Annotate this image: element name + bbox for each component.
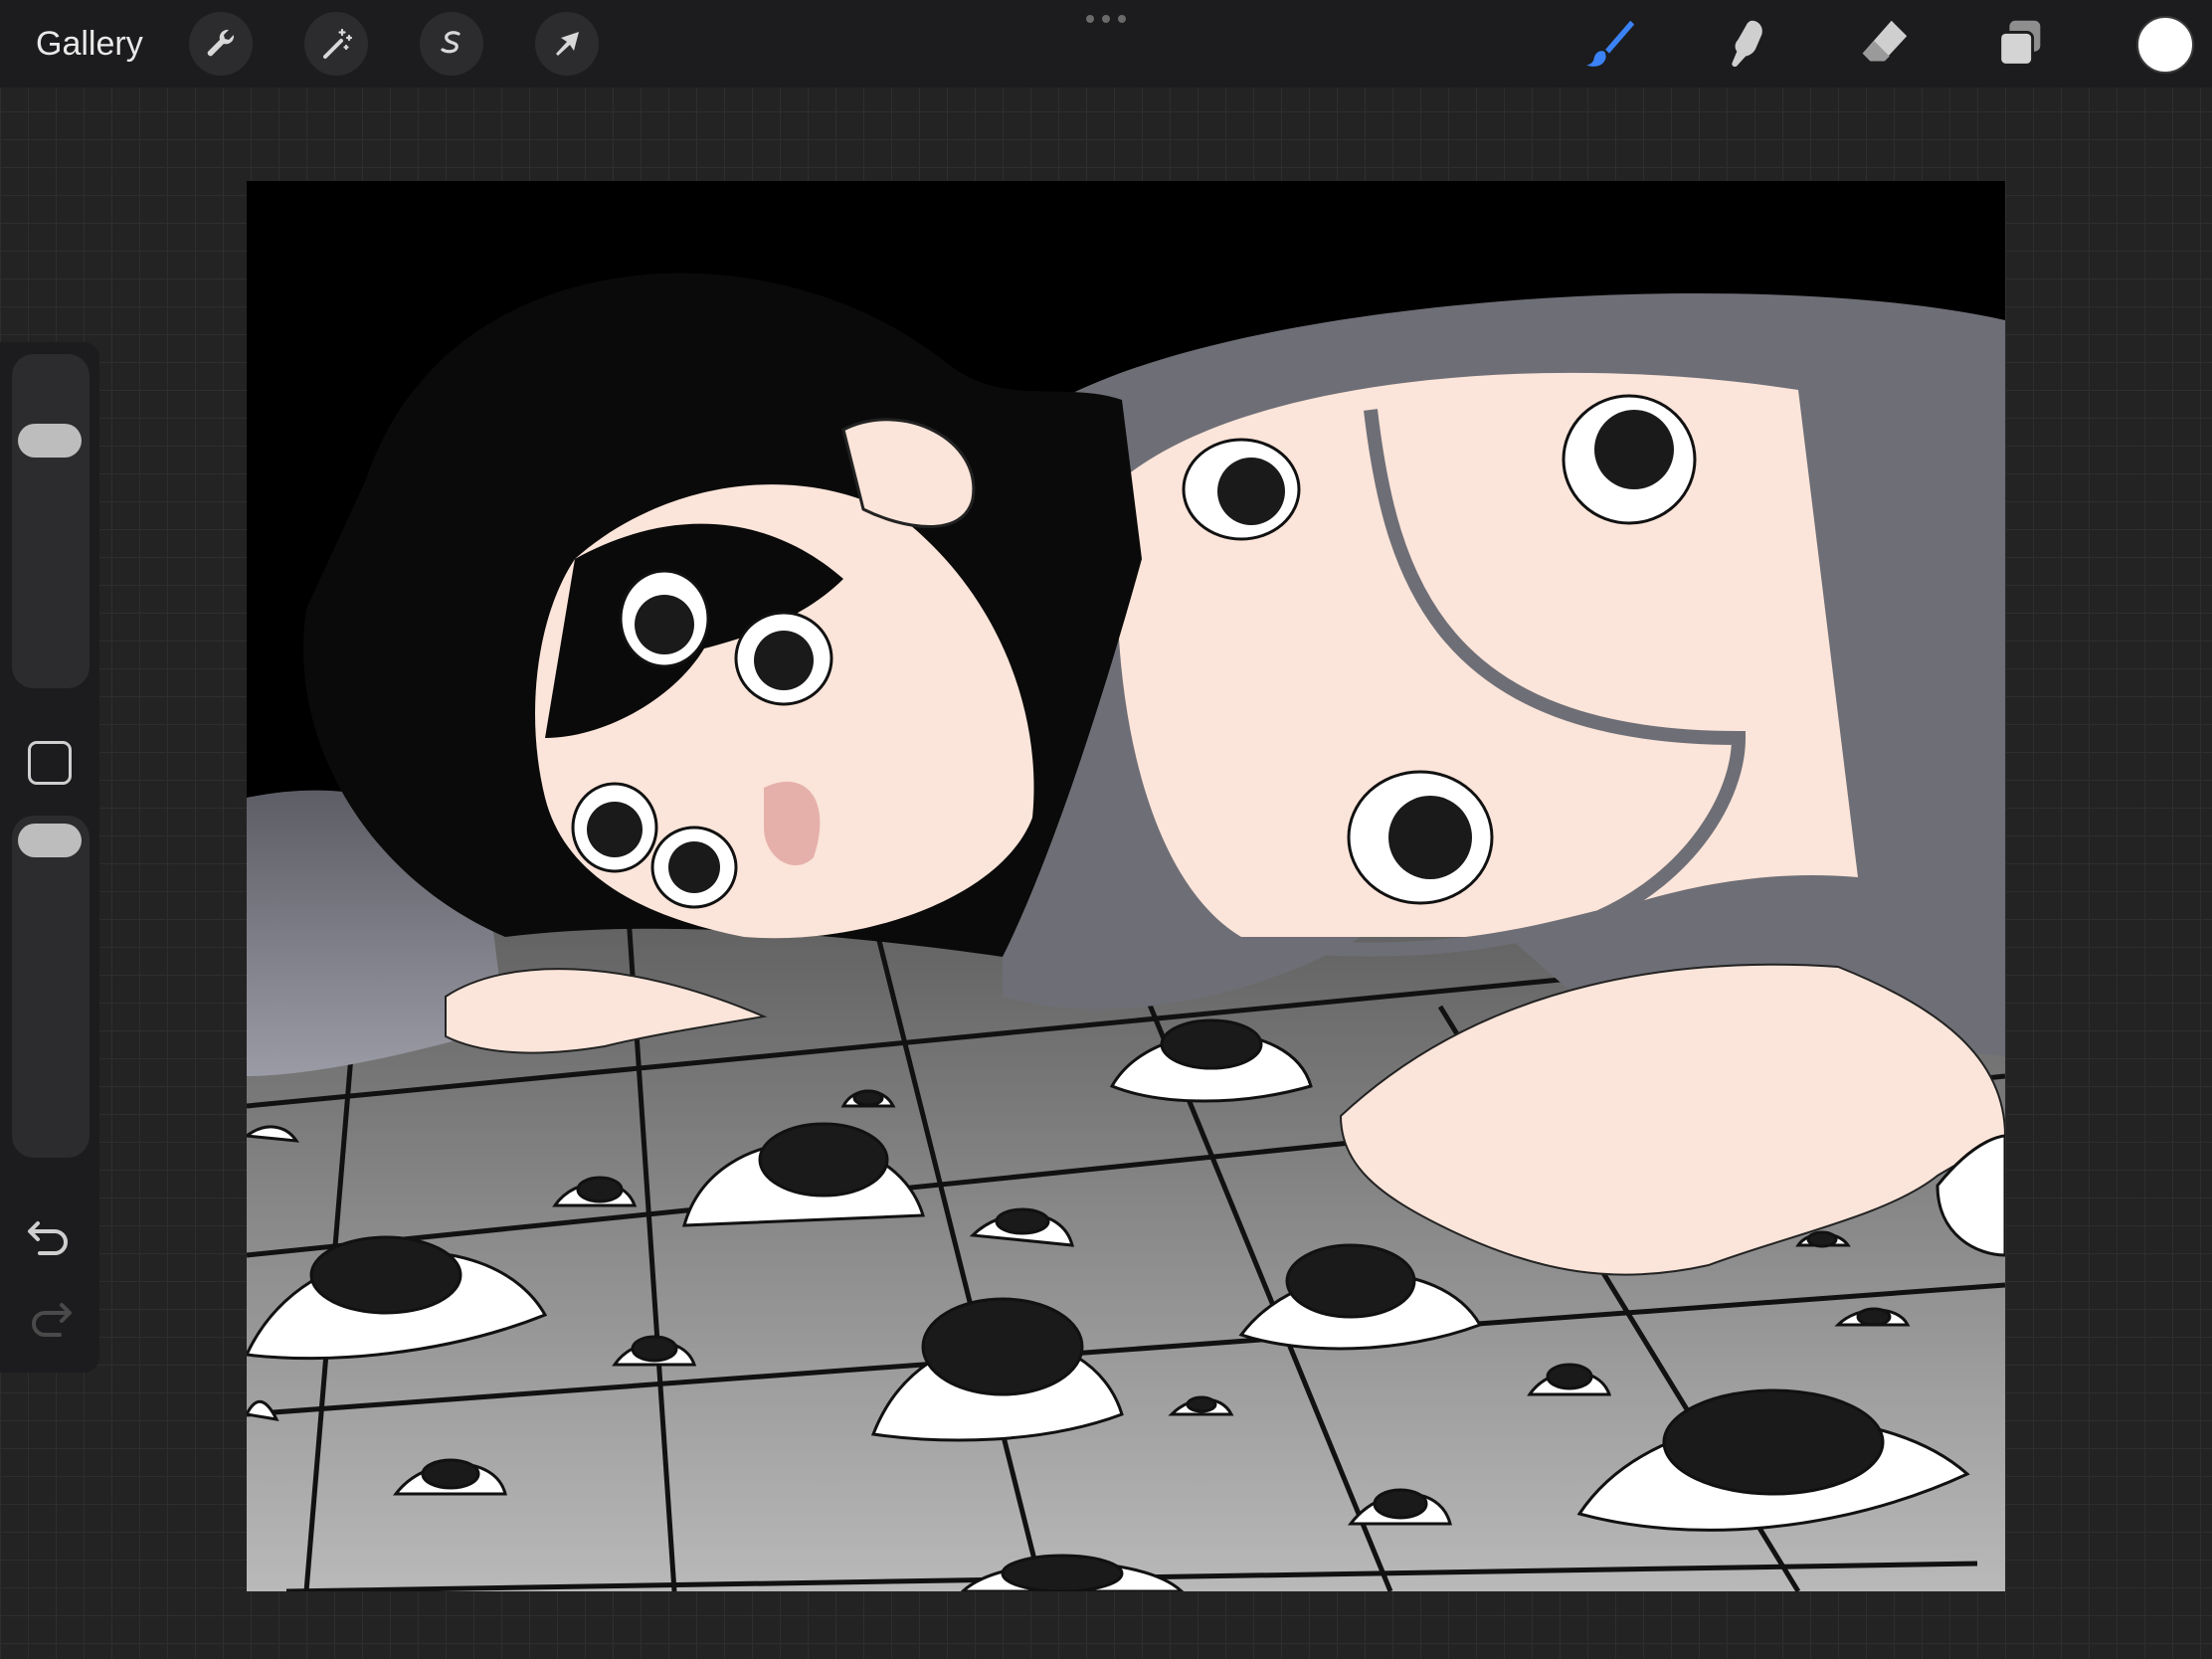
gallery-button[interactable]: Gallery bbox=[36, 22, 143, 66]
square-modify-icon[interactable] bbox=[28, 741, 72, 785]
selection-button[interactable] bbox=[420, 12, 483, 76]
smudge-tool-button[interactable] bbox=[1717, 14, 1776, 74]
drawing-canvas[interactable] bbox=[247, 181, 2005, 1591]
more-dots-icon[interactable] bbox=[1084, 14, 1128, 24]
layers-icon bbox=[1998, 20, 2041, 67]
undo-icon[interactable] bbox=[24, 1213, 76, 1257]
layers-button[interactable] bbox=[1991, 14, 2051, 74]
smudge-finger-icon bbox=[1732, 20, 1762, 68]
arrow-cursor-icon bbox=[556, 32, 579, 56]
wrench-icon bbox=[207, 29, 235, 57]
adjustments-button[interactable] bbox=[304, 12, 368, 76]
transform-button[interactable] bbox=[535, 12, 599, 76]
magic-wand-icon bbox=[323, 28, 353, 59]
brush-icon bbox=[1585, 20, 1635, 67]
color-swatch[interactable] bbox=[2136, 16, 2194, 74]
brush-size-thumb[interactable] bbox=[18, 424, 82, 458]
actions-button[interactable] bbox=[189, 12, 253, 76]
top-toolbar: Gallery bbox=[0, 0, 2212, 88]
left-sidebar bbox=[0, 342, 99, 1373]
selection-s-icon bbox=[441, 31, 461, 54]
eraser-tool-button[interactable] bbox=[1854, 14, 1914, 74]
brush-tool-button[interactable] bbox=[1579, 14, 1639, 74]
redo-icon[interactable] bbox=[24, 1295, 76, 1339]
opacity-slider[interactable] bbox=[12, 816, 90, 1158]
opacity-thumb[interactable] bbox=[18, 824, 82, 857]
illustration-canvas bbox=[247, 181, 2005, 1591]
eraser-icon bbox=[1862, 20, 1908, 62]
brush-size-slider[interactable] bbox=[12, 354, 90, 688]
